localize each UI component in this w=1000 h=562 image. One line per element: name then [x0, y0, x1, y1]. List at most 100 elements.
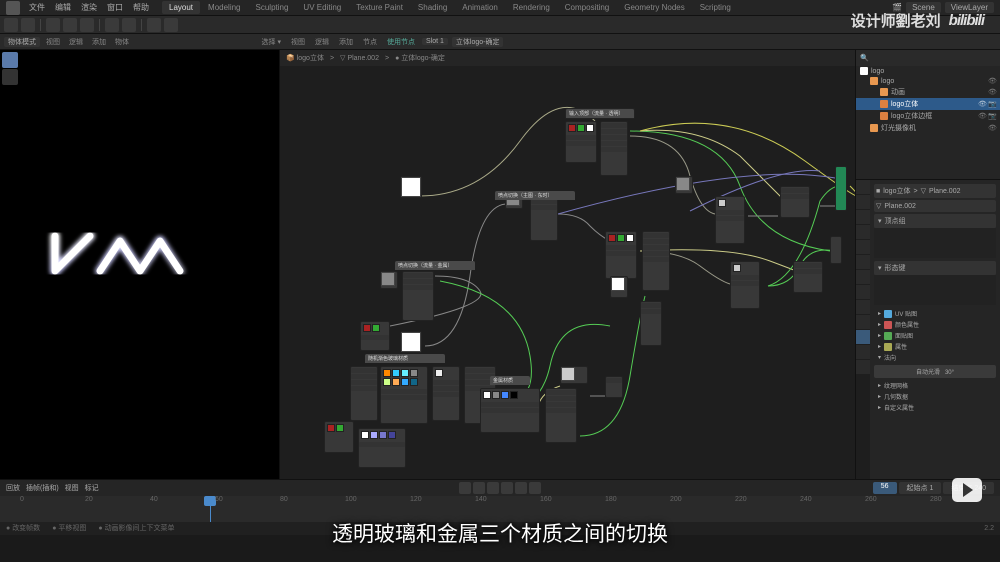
sub-view[interactable]: 视图	[43, 37, 63, 47]
node-mixshader-4[interactable]	[793, 261, 823, 293]
tree-item-light[interactable]: 灯光摄像机 👁	[856, 122, 1000, 134]
current-frame[interactable]: 56	[873, 482, 897, 494]
row-uvmaps[interactable]: ▸UV 贴图	[874, 308, 996, 319]
jump-start-icon[interactable]	[459, 482, 471, 494]
timeline-view[interactable]: 视图	[65, 483, 79, 493]
node-colorramp-3[interactable]	[360, 321, 390, 351]
tree-item-logoframe[interactable]: logo立体边框 👁📷	[856, 110, 1000, 122]
node-mixshader-3[interactable]	[780, 186, 810, 218]
section-shape-keys[interactable]: ▾ 形态键	[874, 261, 996, 305]
timeline[interactable]: 回放 插帧(插和) 视图 标记 56 起始点 1 结束点 240 0204060…	[0, 479, 1000, 521]
material-dropdown[interactable]: 立体logo-确定	[452, 37, 504, 47]
node-ramp-a[interactable]	[350, 366, 378, 421]
tool-cursor-icon[interactable]	[21, 18, 35, 32]
node-reroute-1[interactable]	[830, 236, 842, 264]
tool-rotate-icon[interactable]	[63, 18, 77, 32]
select-method[interactable]: 选择 ▾	[259, 37, 284, 47]
row-face-maps[interactable]: ▸面贴图	[874, 330, 996, 341]
node-colorramp-2[interactable]	[605, 231, 637, 279]
node-group-1[interactable]: 输入顶部（流量 · 透明）	[565, 108, 635, 119]
menu-render[interactable]: 渲染	[76, 2, 102, 13]
auto-smooth-toggle[interactable]: 自动光滑 30°	[874, 365, 996, 378]
menu-window[interactable]: 窗口	[102, 2, 128, 13]
node-metal-tex[interactable]	[560, 366, 588, 384]
tree-item-logo[interactable]: logo 👁	[856, 76, 1000, 86]
prop-tab-texture-icon[interactable]	[856, 360, 870, 374]
row-color-attrs[interactable]: ▸颜色属性	[874, 319, 996, 330]
tool-move-icon[interactable]	[46, 18, 60, 32]
app-logo-icon[interactable]	[6, 1, 20, 15]
row-customprops[interactable]: ▸自定义属性	[874, 402, 996, 413]
play-icon[interactable]	[501, 482, 513, 494]
node-tex-3[interactable]	[610, 276, 628, 298]
tool-annotate-icon[interactable]	[122, 18, 136, 32]
outliner-search[interactable]: 🔍	[856, 50, 1000, 66]
play-reverse-icon[interactable]	[487, 482, 499, 494]
timeline-playback[interactable]: 回放	[6, 483, 20, 493]
tool-addcube-icon[interactable]	[164, 18, 178, 32]
prop-tab-view-icon[interactable]	[856, 210, 870, 224]
node-glass-1[interactable]	[432, 366, 460, 421]
timeline-keying[interactable]: 插帧(插和)	[26, 483, 59, 493]
prop-tab-particle-icon[interactable]	[856, 285, 870, 299]
eye-icon[interactable]: 👁	[978, 112, 986, 120]
row-attributes[interactable]: ▸属性	[874, 341, 996, 352]
menu-file[interactable]: 文件	[24, 2, 50, 13]
vp-cursor-tool-icon[interactable]	[2, 69, 18, 85]
tab-shading[interactable]: Shading	[411, 1, 454, 14]
node-gradient-2[interactable]	[358, 428, 406, 468]
node-canvas[interactable]: 输入顶部（流量 · 透明） 喷点切换（主图 · 东时）	[280, 66, 855, 479]
start-frame[interactable]: 起始点 1	[899, 482, 942, 494]
vp-select-tool-icon[interactable]	[2, 52, 18, 68]
node-select[interactable]: 逻辑	[312, 37, 332, 47]
sub-add[interactable]: 添加	[89, 37, 109, 47]
tab-texpaint[interactable]: Texture Paint	[349, 1, 410, 14]
mode-dropdown[interactable]: 物体模式	[4, 37, 40, 47]
tool-select-icon[interactable]	[4, 18, 18, 32]
node-value-2[interactable]	[400, 331, 422, 353]
node-small-1[interactable]	[605, 376, 623, 398]
tree-item-anim[interactable]: 动画 👁	[856, 86, 1000, 98]
3d-viewport[interactable]	[0, 50, 280, 479]
breadcrumb-obj[interactable]: 📦 logo立体	[286, 53, 324, 63]
prop-tab-object-icon[interactable]	[856, 255, 870, 269]
tool-scale-icon[interactable]	[80, 18, 94, 32]
prop-tab-data-icon[interactable]	[856, 330, 870, 344]
node-gradient-1[interactable]	[380, 366, 428, 424]
next-key-icon[interactable]	[515, 482, 527, 494]
node-combine-1[interactable]	[640, 301, 662, 346]
node-mixshader-1[interactable]	[715, 196, 745, 244]
tree-item-collection[interactable]: logo	[856, 66, 1000, 76]
node-mix-2[interactable]	[402, 271, 434, 321]
timeline-marker[interactable]: 标记	[85, 483, 99, 493]
breadcrumb-mesh[interactable]: ▽ Plane.002	[340, 54, 379, 62]
video-play-icon[interactable]	[952, 478, 982, 502]
node-add[interactable]: 添加	[336, 37, 356, 47]
node-metal-bsdf[interactable]	[480, 388, 540, 433]
node-output[interactable]	[835, 166, 847, 211]
tab-modeling[interactable]: Modeling	[201, 1, 247, 14]
tab-rendering[interactable]: Rendering	[506, 1, 557, 14]
node-value-1[interactable]	[400, 176, 422, 198]
tab-sculpting[interactable]: Sculpting	[249, 1, 296, 14]
row-normals[interactable]: ▾法向	[874, 352, 996, 363]
node-math-1[interactable]	[600, 121, 628, 176]
prop-tab-scene-icon[interactable]	[856, 225, 870, 239]
node-node[interactable]: 节点	[360, 37, 380, 47]
prop-tab-material-icon[interactable]	[856, 345, 870, 359]
prev-key-icon[interactable]	[473, 482, 485, 494]
tab-scripting[interactable]: Scripting	[693, 1, 738, 14]
playhead[interactable]	[210, 496, 211, 522]
node-bsdf-1[interactable]	[642, 231, 670, 291]
node-tex-2[interactable]	[380, 271, 398, 289]
node-metal-mix[interactable]	[545, 388, 577, 443]
prop-tab-world-icon[interactable]	[856, 240, 870, 254]
row-texspace[interactable]: ▸纹理网格	[874, 380, 996, 391]
node-mixshader-2[interactable]	[730, 261, 760, 309]
row-geodata[interactable]: ▸几何数据	[874, 391, 996, 402]
tree-item-logo3d[interactable]: logo立体 👁📷	[856, 98, 1000, 110]
tab-animation[interactable]: Animation	[455, 1, 505, 14]
menu-edit[interactable]: 编辑	[50, 2, 76, 13]
sub-object[interactable]: 物体	[112, 37, 132, 47]
prop-tab-modifier-icon[interactable]	[856, 270, 870, 284]
